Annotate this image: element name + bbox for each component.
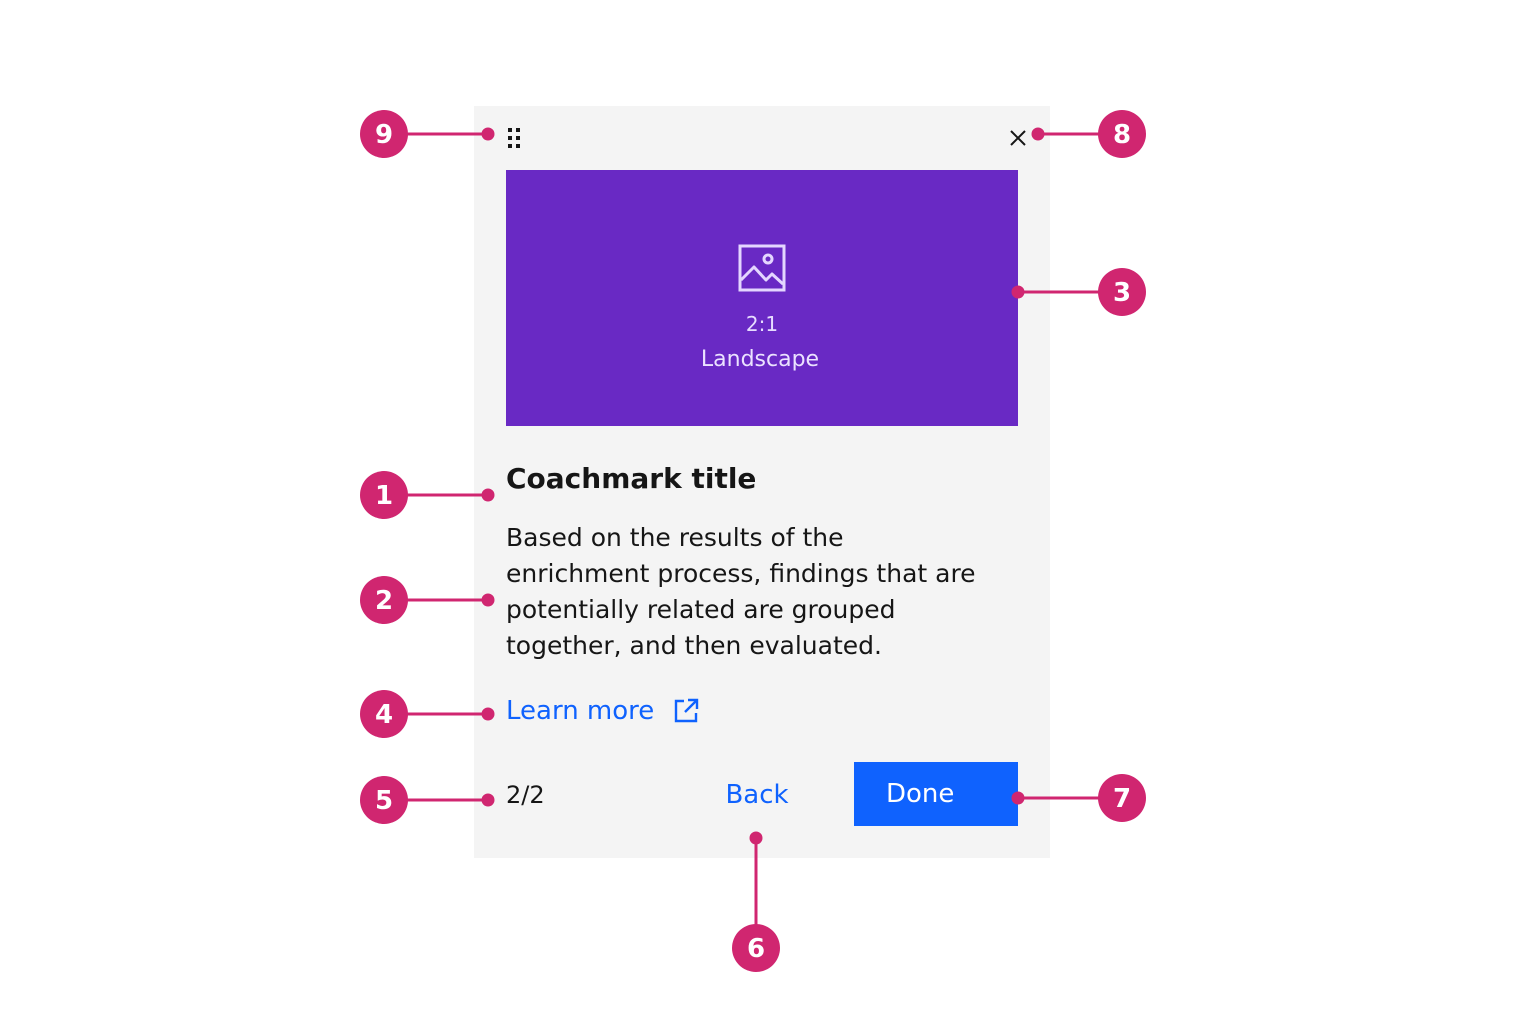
annotation-marker-3 bbox=[1098, 268, 1146, 316]
annotation-marker-8 bbox=[1098, 110, 1146, 158]
media-orientation-label: Landscape bbox=[700, 347, 820, 372]
back-button[interactable]: Back bbox=[700, 766, 814, 824]
close-button[interactable] bbox=[1004, 124, 1032, 152]
coachmark-title: Coachmark title bbox=[506, 462, 757, 495]
drag-handle-icon[interactable] bbox=[506, 126, 522, 150]
marker-number-9: 9 bbox=[375, 120, 393, 150]
body-line: together, and then evaluated. bbox=[506, 631, 882, 660]
done-button[interactable]: Done bbox=[854, 762, 1018, 826]
marker-number-5: 5 bbox=[375, 786, 393, 816]
learn-more-link[interactable]: Learn more bbox=[506, 696, 700, 726]
annotation-marker-6 bbox=[732, 924, 780, 972]
learn-more-label: Learn more bbox=[506, 696, 655, 726]
close-icon bbox=[1010, 130, 1026, 146]
marker-number-4: 4 bbox=[375, 700, 393, 730]
body-line: potentially related are grouped bbox=[506, 595, 896, 624]
marker-number-3: 3 bbox=[1113, 278, 1131, 308]
image-icon bbox=[736, 242, 788, 294]
annotation-marker-9 bbox=[360, 110, 408, 158]
marker-number-7: 7 bbox=[1113, 784, 1131, 814]
marker-number-2: 2 bbox=[375, 586, 393, 616]
annotation-marker-1 bbox=[360, 471, 408, 519]
marker-number-8: 8 bbox=[1113, 120, 1131, 150]
body-line: Based on the results of the bbox=[506, 523, 844, 552]
annotation-marker-5 bbox=[360, 776, 408, 824]
media-ratio-label: 2:1 bbox=[745, 312, 779, 336]
step-counter: 2/2 bbox=[506, 781, 545, 809]
coachmark-body: Based on the results of the enrichment p… bbox=[506, 520, 1006, 664]
marker-number-6: 6 bbox=[747, 934, 765, 964]
annotation-marker-4 bbox=[360, 690, 408, 738]
media-placeholder bbox=[506, 170, 1018, 426]
annotation-marker-7 bbox=[1098, 774, 1146, 822]
body-line: enrichment process, findings that are bbox=[506, 559, 976, 588]
launch-icon bbox=[675, 698, 699, 723]
marker-number-1: 1 bbox=[375, 481, 393, 511]
annotation-marker-2 bbox=[360, 576, 408, 624]
